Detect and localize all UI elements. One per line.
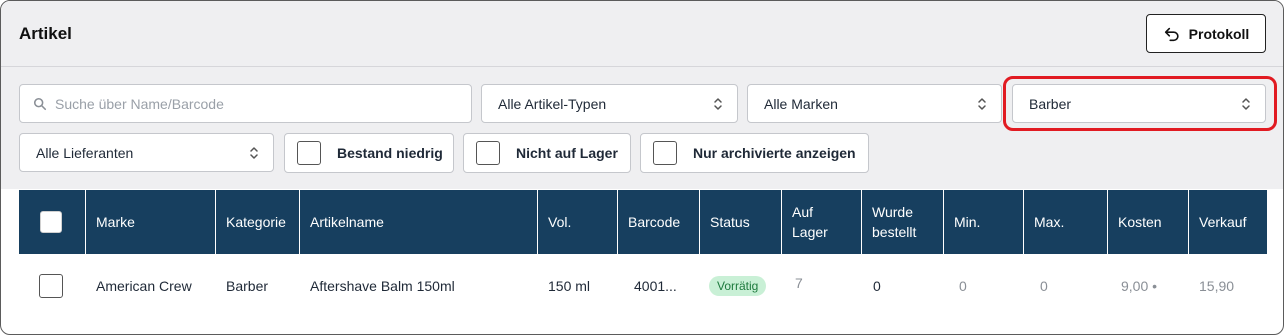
archived-checkbox[interactable] — [653, 141, 677, 165]
category-value: Barber — [1029, 95, 1072, 112]
cell-volume: 150 ml — [548, 278, 591, 294]
column-header-in-stock-line1: Auf — [792, 204, 814, 220]
select-all-checkbox[interactable] — [40, 211, 62, 233]
brand-value: Alle Marken — [764, 95, 838, 112]
chevron-updown-icon — [978, 97, 986, 110]
low-stock-toggle[interactable]: Bestand niedrig — [284, 133, 454, 173]
column-header-sale[interactable]: Verkauf — [1188, 190, 1267, 254]
select-all-cell — [19, 190, 83, 254]
chevron-updown-icon — [250, 146, 258, 159]
search-field[interactable] — [19, 84, 472, 123]
article-page: Artikel Protokoll Alle Artikel-Typen All… — [0, 0, 1284, 335]
table-header: Marke Kategorie Artikelname Vol. Barcode… — [19, 190, 1267, 254]
column-header-ordered-line1: Wurde — [872, 204, 913, 220]
column-header-min[interactable]: Min. — [943, 190, 1023, 254]
column-header-volume[interactable]: Vol. — [537, 190, 617, 254]
cell-max: 0 — [1040, 278, 1048, 294]
article-type-select[interactable]: Alle Artikel-Typen — [481, 84, 738, 123]
cell-status: Vorrätig — [699, 254, 781, 318]
row-checkbox[interactable] — [39, 274, 63, 298]
cell-sale: 15,90 — [1199, 278, 1235, 294]
category-select[interactable]: Barber — [1012, 84, 1266, 123]
out-of-stock-label: Nicht auf Lager — [516, 145, 618, 161]
article-table: Marke Kategorie Artikelname Vol. Barcode… — [19, 190, 1267, 318]
cell-category: Barber — [226, 278, 269, 294]
row-select-cell — [19, 254, 83, 318]
protokoll-button[interactable]: Protokoll — [1146, 14, 1266, 53]
cell-cost: 9,00 • — [1121, 278, 1158, 294]
column-header-in-stock[interactable]: Auf Lager — [781, 190, 861, 254]
search-icon — [33, 97, 47, 110]
table-row[interactable]: American Crew Barber Aftershave Balm 150… — [19, 254, 1267, 318]
article-type-value: Alle Artikel-Typen — [498, 95, 607, 112]
supplier-value: Alle Lieferanten — [36, 144, 134, 161]
protokoll-label: Protokoll — [1188, 25, 1250, 42]
search-input[interactable] — [55, 95, 455, 112]
low-stock-checkbox[interactable] — [297, 141, 321, 165]
cell-in-stock: 7 — [795, 275, 803, 291]
supplier-select[interactable]: Alle Lieferanten — [19, 133, 274, 172]
cell-min: 0 — [959, 278, 967, 294]
chevron-updown-icon — [714, 97, 722, 110]
cell-brand: American Crew — [96, 278, 192, 294]
column-header-brand[interactable]: Marke — [85, 190, 215, 254]
archived-toggle[interactable]: Nur archivierte anzeigen — [640, 133, 869, 173]
column-header-name[interactable]: Artikelname — [299, 190, 537, 254]
page-title: Artikel — [19, 24, 72, 43]
cell-barcode: 4001... — [634, 278, 677, 294]
archived-label: Nur archivierte anzeigen — [693, 145, 856, 161]
cell-name: Aftershave Balm 150ml — [310, 278, 455, 294]
table-body: American Crew Barber Aftershave Balm 150… — [19, 254, 1267, 318]
status-badge: Vorrätig — [709, 276, 767, 296]
chevron-updown-icon — [1242, 97, 1250, 110]
column-header-ordered[interactable]: Wurde bestellt — [861, 190, 943, 254]
undo-arrow-icon — [1164, 27, 1179, 41]
out-of-stock-checkbox[interactable] — [476, 141, 500, 165]
column-header-barcode[interactable]: Barcode — [617, 190, 699, 254]
filter-bar: Alle Artikel-Typen Alle Marken Barber Al… — [1, 67, 1283, 189]
column-header-cost[interactable]: Kosten — [1107, 190, 1188, 254]
column-header-max[interactable]: Max. — [1023, 190, 1107, 254]
brand-select[interactable]: Alle Marken — [747, 84, 1002, 123]
out-of-stock-toggle[interactable]: Nicht auf Lager — [463, 133, 631, 173]
column-header-status[interactable]: Status — [699, 190, 781, 254]
low-stock-label: Bestand niedrig — [337, 145, 443, 161]
column-header-in-stock-line2: Lager — [792, 224, 828, 240]
cell-ordered: 0 — [873, 278, 881, 294]
column-header-category[interactable]: Kategorie — [215, 190, 299, 254]
column-header-ordered-line2: bestellt — [872, 224, 917, 240]
page-header: Artikel Protokoll — [1, 1, 1283, 67]
